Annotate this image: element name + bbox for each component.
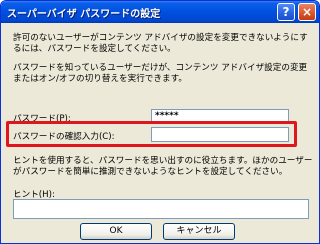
cancel-button[interactable]: キャンセル	[163, 223, 235, 240]
title-bar[interactable]: スーパーバイザ パスワードの設定 ? ×	[1, 1, 319, 23]
close-icon: ×	[301, 5, 313, 19]
hint-description-text: ヒントを使用すると、パスワードを思い出すのに役立ちます。ほかのユーザーがパスワー…	[13, 156, 313, 177]
close-button[interactable]: ×	[298, 3, 316, 21]
help-icon: ?	[282, 5, 290, 19]
ok-button[interactable]: OK	[80, 223, 152, 240]
intro-text: 許可のないユーザーがコンテンツ アドバイザの設定を変更できないようにするには、パ…	[13, 33, 308, 54]
info-text: パスワードを知っているユーザーだけが、コンテンツ アドバイザ設定の変更またはオン…	[13, 63, 308, 84]
hint-field[interactable]	[13, 199, 309, 219]
help-button[interactable]: ?	[277, 3, 295, 21]
window-title: スーパーバイザ パスワードの設定	[7, 9, 161, 20]
supervisor-password-dialog: スーパーバイザ パスワードの設定 ? × 許可のないユーザーがコンテンツ アドバ…	[0, 0, 320, 244]
highlight-box	[6, 121, 297, 147]
